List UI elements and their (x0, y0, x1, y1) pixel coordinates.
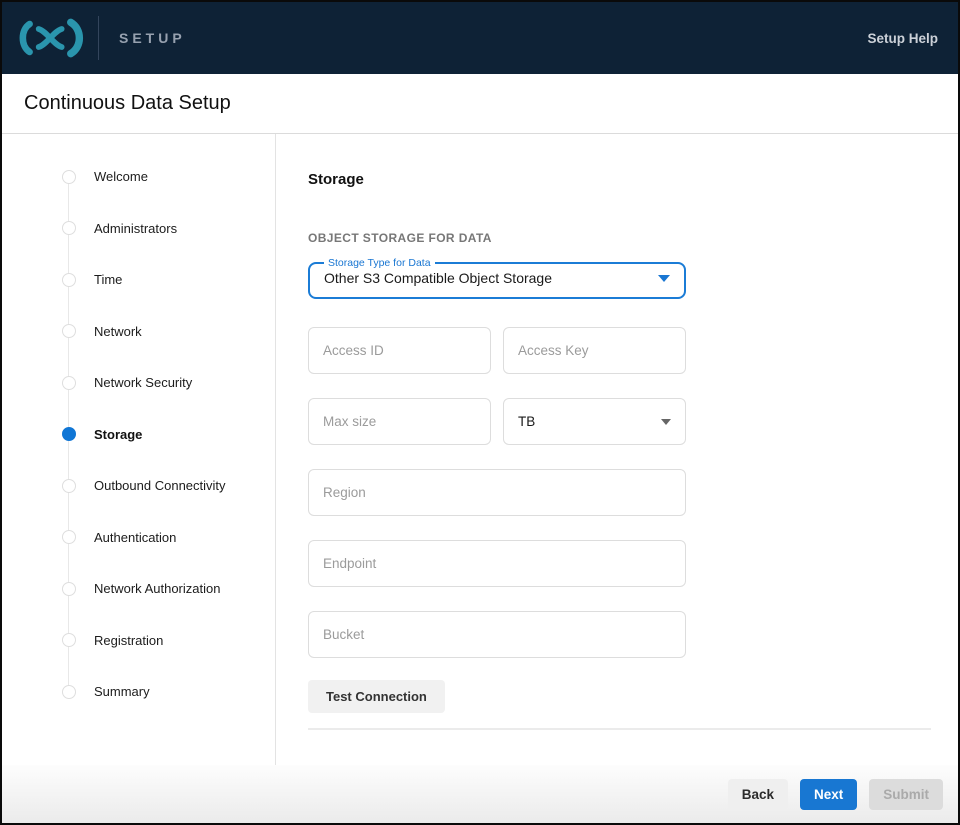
content-heading: Storage (308, 171, 958, 188)
access-key-input[interactable] (503, 327, 686, 374)
step-dot-icon (62, 530, 76, 544)
setup-wizard-window: SETUP Setup Help Continuous Data Setup W… (0, 0, 960, 825)
bucket-input[interactable] (308, 611, 686, 658)
step-label: Administrators (94, 221, 177, 236)
storage-type-value: Other S3 Compatible Object Storage (324, 270, 552, 286)
chevron-down-icon (658, 275, 670, 282)
storage-type-select[interactable]: Storage Type for Data Other S3 Compatibl… (308, 257, 686, 299)
step-dot-icon (62, 685, 76, 699)
stepper-item[interactable]: Network Security (2, 357, 275, 409)
submit-button[interactable]: Submit (869, 779, 943, 810)
section-label: OBJECT STORAGE FOR DATA (308, 231, 958, 245)
stepper-item[interactable]: Summary (2, 666, 275, 718)
delphix-logo-icon (14, 15, 88, 61)
step-label: Time (94, 272, 122, 287)
step-dot-icon (62, 479, 76, 493)
stepper-item[interactable]: Time (2, 254, 275, 306)
step-label: Outbound Connectivity (94, 478, 226, 493)
step-dot-icon (62, 221, 76, 235)
stepper-item[interactable]: Welcome (2, 151, 275, 203)
step-dot-icon (62, 633, 76, 647)
storage-form-panel: Storage OBJECT STORAGE FOR DATA Storage … (276, 134, 958, 765)
stepper-item[interactable]: Network (2, 306, 275, 358)
step-dot-icon (62, 273, 76, 287)
max-size-unit-select[interactable]: TB (503, 398, 686, 445)
region-input[interactable] (308, 469, 686, 516)
chevron-down-icon (661, 419, 671, 425)
max-size-input[interactable] (308, 398, 491, 445)
step-dot-icon (62, 376, 76, 390)
step-label: Storage (94, 427, 142, 442)
page-title: Continuous Data Setup (24, 92, 231, 115)
header-divider (98, 16, 99, 60)
step-label: Summary (94, 684, 150, 699)
test-connection-button[interactable]: Test Connection (308, 680, 445, 713)
step-dot-icon (62, 427, 76, 441)
setup-help-link[interactable]: Setup Help (867, 31, 938, 46)
wizard-footer: Back Next Submit (2, 765, 958, 823)
step-label: Network Authorization (94, 581, 220, 596)
step-label: Network (94, 324, 142, 339)
step-dot-icon (62, 582, 76, 596)
brand-label: SETUP (119, 30, 186, 46)
stepper-item[interactable]: Storage (2, 409, 275, 461)
storage-type-label: Storage Type for Data (324, 257, 435, 269)
stepper-item[interactable]: Outbound Connectivity (2, 460, 275, 512)
stepper-item[interactable]: Registration (2, 615, 275, 667)
max-size-unit-value: TB (518, 414, 535, 429)
step-label: Network Security (94, 375, 192, 390)
endpoint-input[interactable] (308, 540, 686, 587)
step-dot-icon (62, 324, 76, 338)
setup-stepper: Welcome Administrators Time Network (2, 151, 275, 718)
step-label: Welcome (94, 169, 148, 184)
page-title-bar: Continuous Data Setup (2, 74, 958, 134)
stepper-item[interactable]: Network Authorization (2, 563, 275, 615)
back-button[interactable]: Back (728, 779, 788, 810)
stepper-item[interactable]: Authentication (2, 512, 275, 564)
stepper-item[interactable]: Administrators (2, 203, 275, 255)
step-dot-icon (62, 170, 76, 184)
app-header: SETUP Setup Help (2, 2, 958, 74)
access-id-input[interactable] (308, 327, 491, 374)
wizard-stepper-sidebar: Welcome Administrators Time Network (2, 134, 276, 765)
step-label: Registration (94, 633, 163, 648)
next-button[interactable]: Next (800, 779, 857, 810)
content-divider (308, 728, 931, 730)
step-label: Authentication (94, 530, 176, 545)
